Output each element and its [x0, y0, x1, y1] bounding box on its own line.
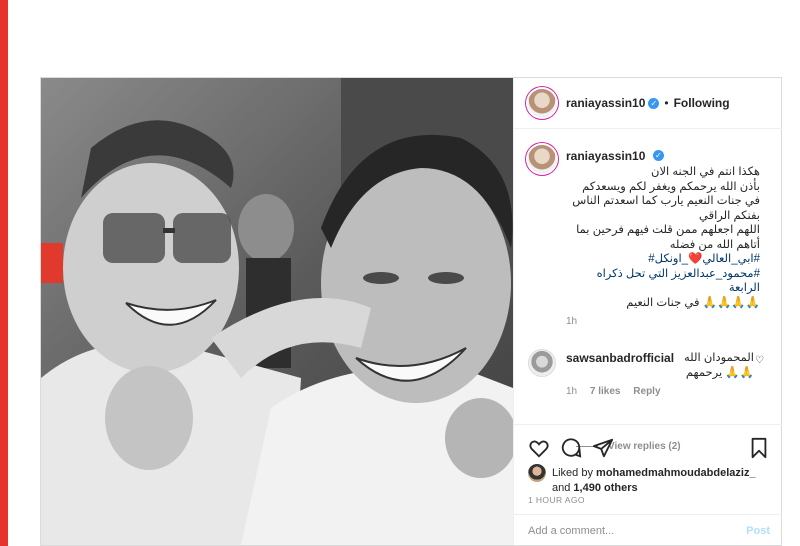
- verified-icon: ✓: [648, 97, 660, 109]
- avatar[interactable]: [528, 89, 556, 117]
- comment-icon[interactable]: [560, 437, 582, 459]
- hashtag-link[interactable]: #ابي_العالي: [702, 253, 760, 265]
- left-red-border: [0, 0, 8, 546]
- post-sidebar: raniayassin10 ✓ • Following raniayassin1…: [513, 78, 782, 545]
- comment-text: 🙏🙏 يرحمهم: [685, 366, 754, 379]
- comment-input[interactable]: Add a comment...: [528, 525, 614, 537]
- caption-line: 🙏🙏🙏🙏 في جنات النعيم: [626, 296, 760, 309]
- bookmark-icon[interactable]: [748, 437, 770, 459]
- likes-count[interactable]: 1,490 others: [573, 482, 637, 494]
- post-header: raniayassin10 ✓ • Following: [514, 78, 782, 129]
- likes-summary: Liked by mohamedmahmoudabdelaziz_ and 1,…: [528, 464, 772, 494]
- heart-icon[interactable]: ♡: [755, 355, 764, 366]
- caption-time: 1h: [566, 316, 578, 327]
- avatar[interactable]: [528, 464, 546, 482]
- avatar[interactable]: [528, 349, 556, 377]
- likes-and: and: [552, 482, 571, 494]
- caption-line: اللهم اجعلهم ممن قلت فيهم فرحين بما: [576, 224, 760, 236]
- likes-prefix: Liked by: [552, 466, 593, 479]
- comment-likes[interactable]: 7 likes: [590, 386, 621, 397]
- comments-section: raniayassin10 ✓ هكذا انتم في الجنه الان …: [514, 129, 782, 452]
- reply-button[interactable]: Reply: [633, 386, 660, 397]
- comment-time: 1h: [566, 386, 578, 397]
- caption-line: بأذن الله يرحمكم ويغفر لكم ويسعدكم: [582, 180, 760, 193]
- verified-icon: ✓: [652, 150, 664, 162]
- heart-icon[interactable]: [528, 437, 550, 459]
- caption-line: أتاهم الله من فضله: [669, 238, 760, 251]
- liked-by-username[interactable]: mohamedmahmoudabdelaziz_: [596, 467, 756, 479]
- separator-dot: •: [664, 96, 669, 110]
- post-button[interactable]: Post: [746, 525, 770, 537]
- caption-text: هكذا انتم في الجنه الان بأذن الله يرحمكم…: [566, 165, 760, 310]
- caption-line: بفنكم الراقي: [698, 209, 760, 222]
- caption-line: هكذا انتم في الجنه الان: [651, 166, 760, 178]
- following-button[interactable]: Following: [674, 96, 730, 110]
- hashtag-link[interactable]: #محمود_عبدالعزيز التي تحل ذكراه الرابعة: [566, 267, 760, 296]
- post-photo: [41, 78, 513, 545]
- caption-line: في جنات النعيم يارب كما اسعدتم الناس: [572, 195, 760, 207]
- post-timestamp: 1 HOUR AGO: [528, 495, 585, 505]
- caption-username[interactable]: raniayassin10: [566, 149, 645, 163]
- comment-username[interactable]: sawsanbadrofficial: [566, 351, 674, 366]
- share-icon[interactable]: [592, 437, 614, 459]
- instagram-post: raniayassin10 ✓ • Following raniayassin1…: [40, 77, 782, 546]
- comment-text: المحمودان الله: [684, 352, 754, 364]
- header-username[interactable]: raniayassin10: [566, 96, 645, 110]
- hashtag-link[interactable]: ❤️_اونكل#: [648, 253, 702, 265]
- avatar[interactable]: [528, 145, 556, 173]
- add-comment-bar: Add a comment... Post: [514, 514, 782, 546]
